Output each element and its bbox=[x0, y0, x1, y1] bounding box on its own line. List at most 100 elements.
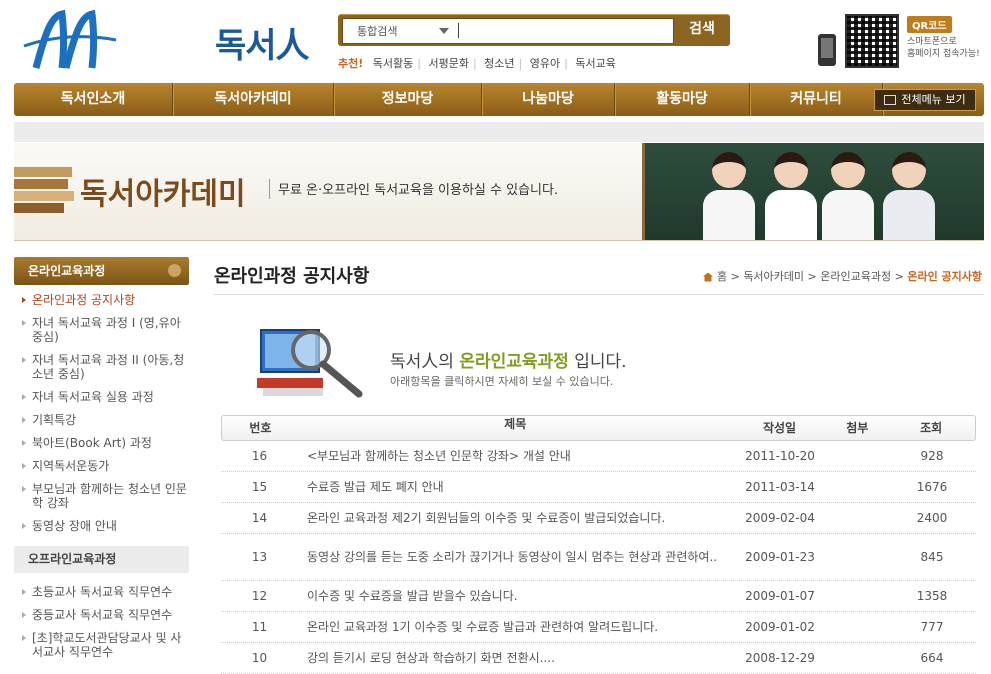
qr-description: 스마트폰으로 홈페이지 접속가능! bbox=[907, 37, 980, 59]
children-photo bbox=[642, 143, 984, 240]
sidebar-item-course-2[interactable]: 자녀 독서교육 과정 II (아동,청소년 중심) bbox=[20, 353, 190, 381]
cell-title-link[interactable]: 온라인 교육과정 제2기 회원님들의 이수증 및 수료증이 발급되었습니다. bbox=[298, 510, 732, 526]
recommend-link[interactable]: 독서교육 bbox=[575, 57, 615, 70]
breadcrumb: 홈 > 독서아카데미 > 온라인교육과정 > 온라인 공지사항 bbox=[702, 268, 982, 284]
sidebar-section-offline[interactable]: 오프라인교육과정 bbox=[14, 546, 189, 573]
nav-item-share[interactable]: 나눔마당 bbox=[482, 83, 615, 116]
table-row[interactable]: 14 온라인 교육과정 제2기 회원님들의 이수증 및 수료증이 발급되었습니다… bbox=[221, 503, 976, 534]
sidebar-item-regional[interactable]: 지역독서운동가 bbox=[20, 459, 190, 473]
cell-views: 2400 bbox=[916, 511, 948, 525]
site-logo[interactable] bbox=[22, 10, 118, 72]
recommend-link[interactable]: 서평문화 bbox=[428, 57, 468, 70]
sidebar-item-practical[interactable]: 자녀 독서교육 실용 과정 bbox=[20, 390, 190, 404]
cell-views: 845 bbox=[920, 550, 944, 564]
sidebar-item-video-help[interactable]: 동영상 장애 안내 bbox=[20, 519, 190, 533]
cell-date: 2011-03-14 bbox=[745, 480, 815, 494]
table-row[interactable]: 10 강의 듣기시 로딩 현상과 학습하기 화면 전환시.... 2008-12… bbox=[221, 643, 976, 674]
sidebar-online-list: 온라인과정 공지사항 자녀 독서교육 과정 I (영,유아 중심) 자녀 독서교… bbox=[20, 293, 190, 542]
banner-description: 무료 온·오프라인 독서교육을 이용하실 수 있습니다. bbox=[278, 183, 559, 198]
subnav-bar bbox=[14, 122, 984, 142]
sidebar-item-elementary[interactable]: 초등교사 독서교육 직무연수 bbox=[20, 585, 190, 599]
all-menu-button[interactable]: 전체메뉴 보기 bbox=[874, 89, 976, 111]
table-row[interactable]: 13 동영상 강의를 듣는 도중 소리가 끊기거나 동영상이 일시 멈추는 현상… bbox=[221, 534, 976, 581]
cell-views: 928 bbox=[920, 449, 944, 463]
home-icon[interactable] bbox=[702, 272, 713, 282]
cell-title-link[interactable]: 수료증 발급 제도 폐지 안내 bbox=[298, 479, 732, 495]
table-row[interactable]: 16 <부모님과 함께하는 청소년 인문학 강좌> 개설 안내 2011-10-… bbox=[221, 441, 976, 472]
cell-views: 777 bbox=[920, 620, 944, 634]
header-date: 작성일 bbox=[762, 421, 797, 435]
cell-date: 2009-02-04 bbox=[745, 511, 815, 525]
main-nav: 독서인소개 독서아카데미 정보마당 나눔마당 활동마당 커뮤니티 전체메뉴 보기 bbox=[14, 83, 984, 116]
search-bar: 통합검색 검색 bbox=[338, 14, 730, 46]
page-title: 온라인과정 공지사항 bbox=[214, 266, 370, 287]
intro-title: 독서人의 온라인교육과정 입니다. bbox=[390, 352, 627, 372]
cell-date: 2008-12-29 bbox=[745, 651, 815, 665]
banner-title: 독서아카데미 bbox=[80, 177, 246, 212]
cell-no: 13 bbox=[251, 550, 268, 564]
search-category-select[interactable]: 통합검색 bbox=[357, 23, 397, 39]
sidebar-offline-list: 초등교사 독서교육 직무연수 중등교사 독서교육 직무연수 [초]학교도서관담당… bbox=[20, 585, 190, 668]
recommend-link[interactable]: 청소년 bbox=[484, 57, 514, 70]
nav-item-academy[interactable]: 독서아카데미 bbox=[173, 83, 334, 116]
qr-badge: QR코드 bbox=[907, 16, 952, 33]
qr-code-icon[interactable] bbox=[845, 14, 899, 68]
cell-date: 2009-01-02 bbox=[745, 620, 815, 634]
breadcrumb-item[interactable]: 독서아카데미 bbox=[743, 270, 804, 283]
nav-item-info[interactable]: 정보마당 bbox=[334, 83, 482, 116]
search-input[interactable]: 통합검색 bbox=[342, 18, 674, 44]
sidebar-item-secondary[interactable]: 중등교사 독서교육 직무연수 bbox=[20, 608, 190, 622]
cell-date: 2011-10-20 bbox=[745, 449, 815, 463]
breadcrumb-item[interactable]: 온라인교육과정 bbox=[820, 270, 891, 283]
chevron-right-icon bbox=[168, 264, 181, 277]
table-row[interactable]: 12 이수증 및 수료증을 발급 받을수 있습니다. 2009-01-07 13… bbox=[221, 581, 976, 612]
sidebar-item-humanities[interactable]: 부모님과 함께하는 청소년 인문학 강좌 bbox=[20, 482, 190, 510]
cell-no: 14 bbox=[251, 511, 268, 525]
breadcrumb-current: 온라인 공지사항 bbox=[907, 270, 982, 283]
header-attach: 첨부 bbox=[846, 421, 869, 435]
header-no: 번호 bbox=[249, 421, 272, 435]
divider bbox=[214, 294, 984, 295]
recommend-label: 추천! bbox=[338, 57, 364, 70]
recommend-links: 추천! 독서활동 | 서평문화 | 청소년 | 영유아 | 독서교육 bbox=[338, 57, 616, 70]
cell-title-link[interactable]: 강의 듣기시 로딩 현상과 학습하기 화면 전환시.... bbox=[298, 650, 732, 666]
cell-no: 15 bbox=[251, 480, 268, 494]
cell-date: 2009-01-23 bbox=[745, 550, 815, 564]
sidebar-item-online-notice[interactable]: 온라인과정 공지사항 bbox=[20, 293, 190, 307]
cell-no: 11 bbox=[251, 620, 268, 634]
chevron-down-icon[interactable] bbox=[439, 28, 449, 34]
header-views: 조회 bbox=[920, 421, 943, 435]
divider bbox=[269, 179, 270, 199]
cell-title-link[interactable]: <부모님과 함께하는 청소년 인문학 강좌> 개설 안내 bbox=[298, 448, 732, 464]
header-title: 제목 bbox=[504, 417, 527, 431]
book-stack-icon bbox=[14, 167, 74, 213]
section-banner: 독서아카데미 무료 온·오프라인 독서교육을 이용하실 수 있습니다. bbox=[14, 143, 984, 241]
breadcrumb-home[interactable]: 홈 bbox=[717, 270, 727, 283]
cell-date: 2009-01-07 bbox=[745, 589, 815, 603]
sidebar-item-librarian[interactable]: [초]학교도서관담당교사 및 사서교사 직무연수 bbox=[20, 631, 190, 659]
nav-item-intro[interactable]: 독서인소개 bbox=[14, 83, 173, 116]
computer-magnifier-icon bbox=[257, 329, 363, 398]
cell-title-link[interactable]: 이수증 및 수료증을 발급 받을수 있습니다. bbox=[298, 588, 732, 604]
recommend-link[interactable]: 독서활동 bbox=[373, 57, 413, 70]
menu-icon bbox=[884, 95, 897, 105]
recommend-link[interactable]: 영유아 bbox=[530, 57, 560, 70]
table-row[interactable]: 11 온라인 교육과정 1기 이수증 및 수료증 발급과 관련하여 알려드립니다… bbox=[221, 612, 976, 643]
cell-no: 12 bbox=[251, 589, 268, 603]
table-row[interactable]: 15 수료증 발급 제도 폐지 안내 2011-03-14 1676 bbox=[221, 472, 976, 503]
cell-views: 664 bbox=[920, 651, 944, 665]
sidebar-section-online[interactable]: 온라인교육과정 bbox=[14, 257, 189, 285]
sidebar-item-book-art[interactable]: 북아트(Book Art) 과정 bbox=[20, 436, 190, 450]
cell-title-link[interactable]: 온라인 교육과정 1기 이수증 및 수료증 발급과 관련하여 알려드립니다. bbox=[298, 619, 732, 635]
table-header: 번호 제목 작성일 첨부 조회 bbox=[221, 415, 976, 441]
sidebar-item-special[interactable]: 기획특강 bbox=[20, 413, 190, 427]
search-button[interactable]: 검색 bbox=[674, 14, 730, 46]
cell-views: 1358 bbox=[916, 589, 948, 603]
notice-table: 번호 제목 작성일 첨부 조회 16 <부모님과 함께하는 청소년 인문학 강좌… bbox=[221, 415, 976, 674]
cell-title-link[interactable]: 동영상 강의를 듣는 도중 소리가 끊기거나 동영상이 일시 멈추는 현상과 관… bbox=[298, 549, 732, 565]
brand-title[interactable]: 독서人 bbox=[215, 18, 310, 67]
text-cursor bbox=[458, 23, 459, 38]
nav-item-community[interactable]: 커뮤니티 bbox=[750, 83, 883, 116]
nav-item-activity[interactable]: 활동마당 bbox=[615, 83, 750, 116]
sidebar-item-course-1[interactable]: 자녀 독서교육 과정 I (영,유아 중심) bbox=[20, 316, 190, 344]
